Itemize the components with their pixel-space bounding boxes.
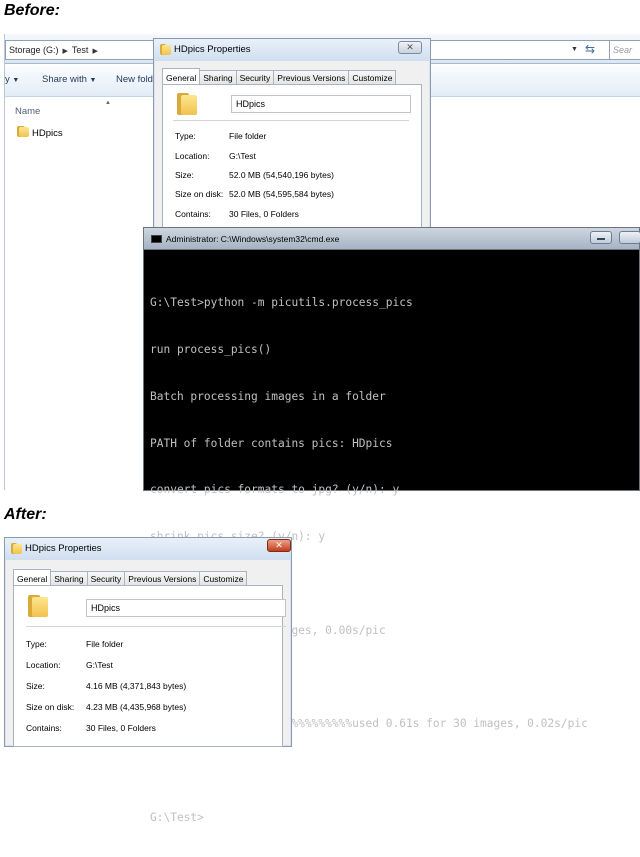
- file-name: HDpics: [32, 128, 63, 139]
- tab-customize[interactable]: Customize: [348, 70, 397, 85]
- share-with-button[interactable]: Share with ▼: [42, 74, 96, 85]
- column-header-name[interactable]: Name: [15, 106, 40, 117]
- breadcrumb-storage[interactable]: Storage (G:): [9, 45, 59, 55]
- folder-name-field[interactable]: HDpics: [86, 599, 286, 617]
- tab-customize[interactable]: Customize: [199, 571, 248, 586]
- location-value: G:\Test: [229, 151, 256, 161]
- address-dropdown-icon[interactable]: ▼: [571, 46, 578, 53]
- folder-icon: [17, 126, 29, 137]
- cmd-titlebar[interactable]: Administrator: C:\Windows\system32\cmd.e…: [144, 228, 640, 250]
- close-button[interactable]: ✕: [267, 539, 291, 552]
- contains-label: Contains:: [26, 723, 62, 733]
- console-line: run process_pics(): [150, 342, 272, 356]
- general-panel: HDpics Type: File folder Location: G:\Te…: [162, 84, 422, 238]
- folder-name-field[interactable]: HDpics: [231, 95, 411, 113]
- cmd-icon: [151, 235, 162, 243]
- list-item[interactable]: HDpics: [17, 126, 63, 139]
- minimize-button[interactable]: [590, 231, 612, 244]
- after-heading: After:: [4, 506, 47, 523]
- console-line: Batch processing images in a folder: [150, 389, 386, 403]
- location-value: G:\Test: [86, 660, 113, 670]
- size-label: Size:: [175, 170, 194, 180]
- folder-icon: [11, 543, 22, 554]
- type-value: File folder: [86, 639, 124, 649]
- tab-sharing[interactable]: Sharing: [50, 571, 88, 586]
- organize-button[interactable]: y ▼: [5, 74, 19, 85]
- dialog-titlebar[interactable]: HDpics Properties ✕: [5, 538, 291, 560]
- properties-dialog-before: HDpics Properties ✕ General Sharing Securi…: [153, 38, 431, 238]
- breadcrumb-arrow-icon[interactable]: ▶: [92, 48, 97, 55]
- size-value: 52.0 MB (54,540,196 bytes): [229, 170, 334, 180]
- size-on-disk-value: 52.0 MB (54,595,584 bytes): [229, 189, 334, 199]
- close-button[interactable]: ✕: [398, 41, 422, 54]
- console-line: PATH of folder contains pics: HDpics: [150, 436, 393, 450]
- tab-sharing[interactable]: Sharing: [199, 70, 237, 85]
- dialog-title: HDpics Properties: [174, 44, 251, 55]
- cmd-window: Administrator: C:\Windows\system32\cmd.e…: [143, 227, 640, 824]
- sort-arrow-icon: ▲: [105, 100, 111, 106]
- size-value: 4.16 MB (4,371,843 bytes): [86, 681, 187, 691]
- size-on-disk-label: Size on disk:: [175, 189, 224, 199]
- size-label: Size:: [26, 681, 45, 691]
- tab-strip: General Sharing Security Previous Versions C…: [162, 67, 397, 86]
- type-value: File folder: [229, 131, 267, 141]
- before-heading: Before:: [4, 2, 61, 19]
- tab-security[interactable]: Security: [235, 70, 275, 85]
- type-label: Type:: [26, 639, 47, 649]
- separator: [26, 626, 286, 627]
- search-input[interactable]: Sear: [609, 40, 640, 60]
- console-line: G:\Test>python -m picutils.process_pics: [150, 296, 413, 310]
- contains-label: Contains:: [175, 209, 211, 219]
- maximize-button[interactable]: [619, 231, 640, 244]
- folder-icon: [160, 44, 171, 55]
- separator: [173, 120, 409, 121]
- dialog-titlebar[interactable]: HDpics Properties ✕: [154, 39, 430, 61]
- tab-security[interactable]: Security: [86, 571, 126, 586]
- console-line: G:\Test>: [150, 810, 204, 824]
- location-label: Location:: [175, 151, 210, 161]
- contains-value: 30 Files, 0 Folders: [229, 209, 299, 219]
- general-panel: HDpics Type: File folder Location: G:\Te…: [13, 585, 286, 747]
- location-label: Location:: [26, 660, 61, 670]
- folder-icon: [177, 93, 197, 115]
- dialog-title: HDpics Properties: [25, 543, 102, 554]
- new-folder-button[interactable]: New folde: [116, 74, 158, 85]
- cmd-title: Administrator: C:\Windows\system32\cmd.e…: [166, 234, 340, 244]
- size-on-disk-value: 4.23 MB (4,435,968 bytes): [86, 702, 187, 712]
- tab-previous-versions[interactable]: Previous Versions: [124, 571, 201, 586]
- breadcrumb-arrow-icon[interactable]: ▶: [63, 48, 68, 55]
- tab-previous-versions[interactable]: Previous Versions: [273, 70, 350, 85]
- breadcrumb-test[interactable]: Test: [72, 45, 89, 55]
- properties-dialog-after: HDpics Properties ✕ General Sharing Securi…: [4, 537, 292, 747]
- folder-icon: [28, 595, 48, 617]
- type-label: Type:: [175, 131, 196, 141]
- size-on-disk-label: Size on disk:: [26, 702, 75, 712]
- console-line: convert pics formats to jpg? (y/n): y: [150, 483, 400, 497]
- tab-strip: General Sharing Security Previous Versions C…: [13, 568, 248, 587]
- contains-value: 30 Files, 0 Folders: [86, 723, 156, 733]
- refresh-icon[interactable]: ⇆: [585, 42, 603, 58]
